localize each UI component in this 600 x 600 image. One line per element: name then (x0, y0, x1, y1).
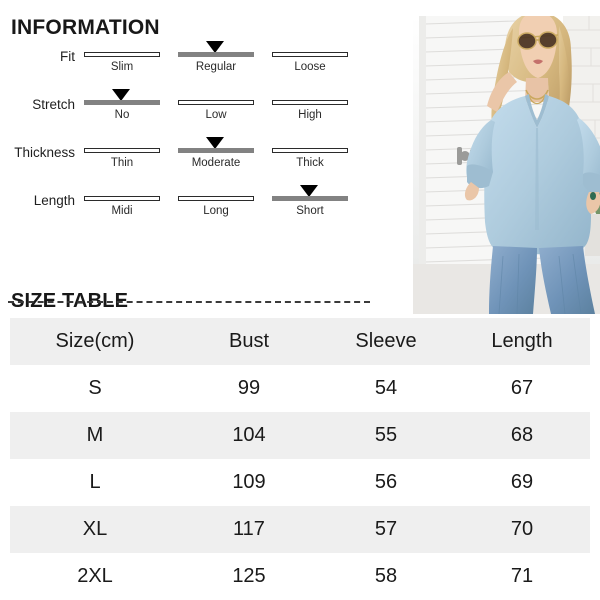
cell-bust: 104 (232, 424, 266, 446)
option-bar (84, 52, 160, 57)
table-row: S 99 54 67 (10, 365, 590, 412)
option-bar (272, 100, 348, 105)
option-bar (84, 100, 160, 105)
option-thickness-thick[interactable]: Thick (268, 134, 350, 182)
information-heading: INFORMATION (11, 16, 160, 40)
attribute-row-length: Length Midi Long Short (0, 182, 372, 230)
option-stretch-no[interactable]: No (80, 86, 162, 134)
option-label: Short (296, 205, 324, 217)
cell-sleeve: 57 (374, 518, 398, 540)
option-bar (272, 52, 348, 57)
size-table-body: S 99 54 67 M 104 55 68 L 109 56 69 XL 117 57 70 2XL 125 58… (10, 365, 590, 600)
option-label: Low (205, 109, 227, 121)
option-bar (178, 52, 254, 57)
table-row: XL 117 57 70 (10, 506, 590, 553)
attribute-options-thickness: Thin Moderate Thick (78, 134, 356, 182)
cell-size: S (88, 377, 102, 399)
attribute-row-thickness: Thickness Thin Moderate Thick (0, 134, 372, 182)
option-label: Loose (294, 61, 326, 73)
attribute-label-length: Length (33, 193, 75, 208)
option-stretch-high[interactable]: High (268, 86, 350, 134)
option-label: Thin (110, 157, 134, 169)
option-bar (178, 196, 254, 201)
cell-length: 70 (510, 518, 534, 540)
option-length-long[interactable]: Long (174, 182, 256, 230)
section-divider (8, 301, 370, 303)
attribute-row-stretch: Stretch No Low High (0, 86, 372, 134)
cell-bust: 117 (233, 518, 265, 540)
cell-length: 67 (510, 377, 534, 399)
column-header-bust: Bust (228, 330, 270, 352)
cell-sleeve: 56 (374, 471, 398, 493)
option-thickness-thin[interactable]: Thin (80, 134, 162, 182)
option-label: Moderate (191, 157, 241, 169)
option-bar (272, 196, 348, 201)
option-bar (84, 148, 160, 153)
product-photo (413, 16, 600, 314)
cell-bust: 109 (232, 471, 266, 493)
option-fit-loose[interactable]: Loose (268, 38, 350, 86)
option-thickness-moderate[interactable]: Moderate (174, 134, 256, 182)
option-length-midi[interactable]: Midi (80, 182, 162, 230)
cell-sleeve: 58 (374, 565, 398, 587)
attribute-options-length: Midi Long Short (78, 182, 356, 230)
table-row: M 104 55 68 (10, 412, 590, 459)
option-stretch-low[interactable]: Low (174, 86, 256, 134)
column-header-size: Size(cm) (55, 330, 135, 352)
column-header-sleeve: Sleeve (355, 330, 417, 352)
option-label: Slim (110, 61, 134, 73)
column-header-length: Length (491, 330, 553, 352)
product-photo-illustration (413, 16, 600, 314)
size-table: Size(cm) Bust Sleeve Length S 99 54 67 M 104 5… (10, 318, 590, 600)
option-fit-slim[interactable]: Slim (80, 38, 162, 86)
cell-length: 69 (510, 471, 534, 493)
attribute-row-fit: Fit Slim Regular Loose (0, 38, 372, 86)
option-label: High (298, 109, 322, 121)
cell-size: M (86, 424, 104, 446)
cell-size: L (89, 471, 101, 493)
option-label: Midi (111, 205, 133, 217)
option-bar (84, 196, 160, 201)
table-header-row: Size(cm) Bust Sleeve Length (10, 318, 590, 365)
table-row: L 109 56 69 (10, 459, 590, 506)
size-table-head: Size(cm) Bust Sleeve Length (10, 318, 590, 365)
cell-length: 71 (510, 565, 534, 587)
cell-size: XL (82, 518, 108, 540)
option-label: Thick (296, 157, 324, 169)
cell-length: 68 (510, 424, 534, 446)
option-bar (178, 100, 254, 105)
cell-sleeve: 55 (374, 424, 398, 446)
cell-bust: 99 (237, 377, 261, 399)
table-row: 2XL 125 58 71 (10, 553, 590, 600)
attribute-label-fit: Fit (60, 49, 75, 64)
option-bar (178, 148, 254, 153)
option-bar (272, 148, 348, 153)
option-fit-regular[interactable]: Regular (174, 38, 256, 86)
cell-bust: 125 (232, 565, 266, 587)
attribute-options-stretch: No Low High (78, 86, 356, 134)
option-label: No (114, 109, 130, 121)
information-panel: INFORMATION Fit Slim Regular Loose Stretch No… (0, 0, 372, 300)
attribute-label-stretch: Stretch (32, 97, 75, 112)
option-label: Long (203, 205, 229, 217)
attribute-label-thickness: Thickness (14, 145, 75, 160)
option-label: Regular (195, 61, 237, 73)
attribute-options-fit: Slim Regular Loose (78, 38, 356, 86)
option-length-short[interactable]: Short (268, 182, 350, 230)
cell-sleeve: 54 (374, 377, 398, 399)
cell-size: 2XL (77, 565, 113, 587)
